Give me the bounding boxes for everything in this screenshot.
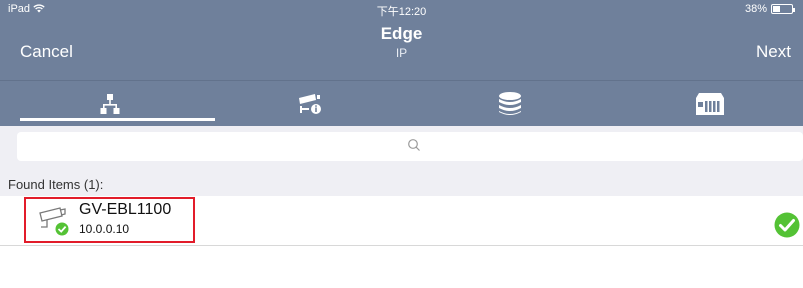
page-title: Edge [380,24,423,43]
status-bar: iPad 下午12:20 38% [0,0,803,18]
tab-database[interactable] [410,81,610,127]
device-name: GV-EBL1100 [79,201,172,218]
battery-fill [773,6,780,12]
tab-bar [0,80,803,126]
list-item[interactable]: GV-EBL1100 10.0.0.10 [0,196,803,246]
search-input[interactable] [17,132,803,161]
status-time: 下午12:20 [376,6,427,18]
nvr-device-icon [696,93,724,115]
next-button[interactable]: Next [756,42,791,62]
empty-list-area [0,246,803,288]
camera-icon [39,207,69,236]
battery-icon [771,4,795,14]
found-items-label: Found Items (1): [8,177,104,192]
battery-percent: 38% [744,3,767,15]
tab-camera-info[interactable] [210,81,410,127]
status-right: 38% [744,3,795,15]
search-bar-area [0,126,803,166]
page-subtitle: IP [395,46,408,60]
section-header: Found Items (1): [0,166,803,196]
header: iPad 下午12:20 38% Cancel Edge IP Next [0,0,803,80]
nav-title-block: Edge IP [0,24,803,60]
tab-network[interactable] [10,81,215,127]
network-icon [100,94,120,114]
database-icon [499,92,521,115]
device-ip: 10.0.0.10 [79,222,130,236]
checkmark-icon [774,212,800,238]
camera-info-icon [299,94,321,114]
tab-nvr-device[interactable] [610,81,803,127]
search-icon [408,139,420,151]
